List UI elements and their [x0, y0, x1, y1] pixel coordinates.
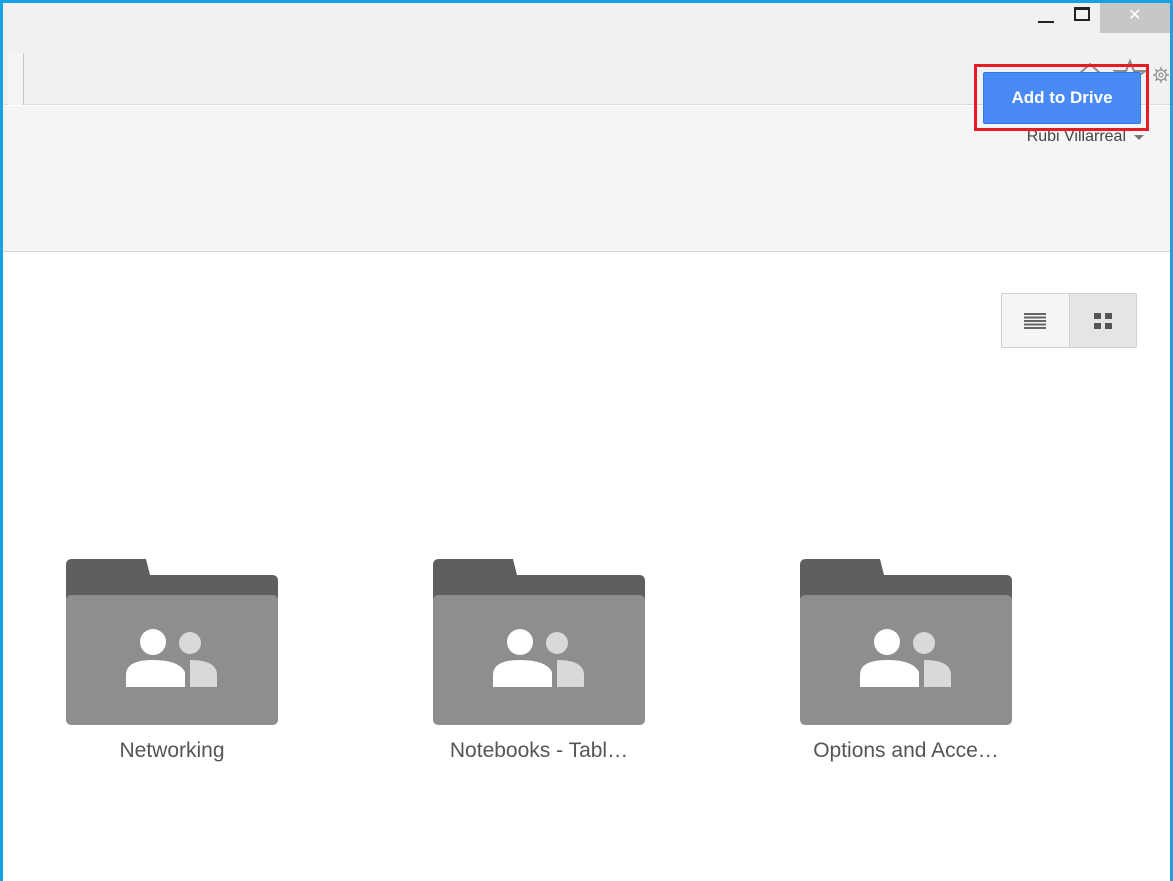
close-icon: ✕	[1128, 7, 1142, 24]
window-controls: ✕	[1028, 3, 1170, 33]
chevron-down-icon	[1134, 134, 1144, 140]
folder-item[interactable]: Notebooks - Tabl…	[433, 559, 645, 763]
maximize-button[interactable]	[1064, 3, 1100, 33]
browser-tab-edge[interactable]	[8, 53, 24, 105]
shared-folder-icon	[800, 559, 1012, 725]
maximize-icon	[1074, 7, 1090, 21]
view-toggle	[1001, 293, 1137, 348]
add-to-drive-label: Add to Drive	[1011, 88, 1113, 107]
grid-view-button[interactable]	[1068, 294, 1136, 347]
list-view-icon	[1024, 312, 1047, 329]
gear-icon	[1153, 67, 1169, 83]
shared-folder-icon	[433, 559, 645, 725]
settings-button[interactable]	[1152, 57, 1170, 93]
folder-name: Notebooks - Tabl…	[449, 739, 629, 762]
shared-folder-icon	[66, 559, 278, 725]
browser-window: ✕ Rubi Villarreal Add to Drive Networkin…	[0, 0, 1173, 881]
folder-item[interactable]: Options and Acce…	[800, 559, 1012, 763]
add-to-drive-button[interactable]: Add to Drive	[983, 72, 1141, 124]
grid-view-icon	[1093, 312, 1112, 329]
list-view-button[interactable]	[1002, 294, 1069, 347]
folder-name: Options and Acce…	[813, 739, 999, 762]
close-button[interactable]: ✕	[1100, 3, 1170, 33]
minimize-icon	[1038, 21, 1054, 23]
minimize-button[interactable]	[1028, 3, 1064, 33]
folder-item[interactable]: Networking	[66, 559, 278, 763]
folder-name: Networking	[119, 739, 225, 762]
